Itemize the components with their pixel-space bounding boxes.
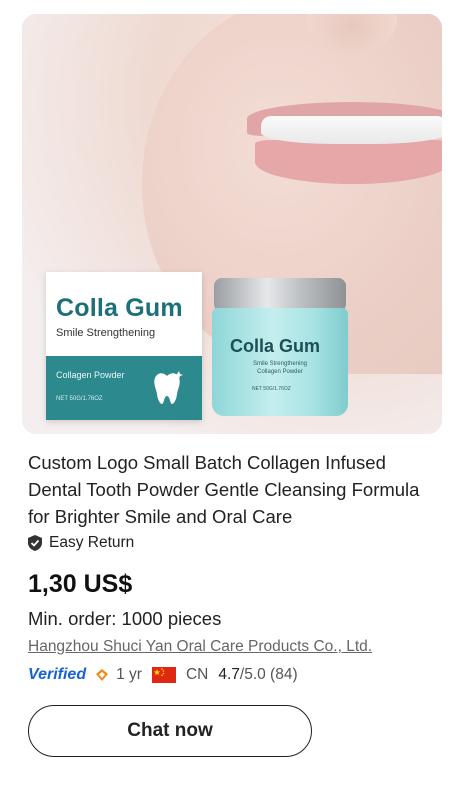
diamond-icon	[96, 669, 109, 681]
supplier-link[interactable]: Hangzhou Shuci Yan Oral Care Products Co…	[28, 638, 372, 656]
supplier-years: 1 yr	[116, 666, 142, 683]
product-title[interactable]: Custom Logo Small Batch Collagen Infused…	[28, 449, 438, 530]
china-flag-icon	[151, 667, 176, 683]
chat-now-button[interactable]: Chat now	[28, 705, 312, 757]
box-subtitle: Smile Strengthening	[56, 327, 156, 339]
smile-illustration	[247, 102, 442, 192]
jar-net: NET 50G/1.76OZ	[252, 386, 291, 392]
shield-check-icon	[28, 535, 42, 551]
box-net: NET 50G/1.76OZ	[56, 396, 103, 402]
rating-score: 4.7	[218, 666, 240, 683]
teeth-shape	[261, 116, 442, 144]
easy-return-badge: Easy Return	[28, 533, 134, 553]
rating-count: /5.0 (84)	[239, 666, 298, 683]
tooth-icon	[154, 371, 183, 404]
verified-badge[interactable]: Verified	[28, 666, 86, 684]
supplier-country: CN	[185, 666, 209, 683]
jar-brand: Colla Gum	[230, 336, 321, 356]
easy-return-label: Easy Return	[49, 534, 135, 551]
jar-subtitle: Smile Strengthening Collagen Powder	[252, 361, 308, 375]
box-brand: Colla Gum	[56, 294, 183, 322]
supplier-meta: Verified 1 yr CN 4.7 /5.0 (84)	[28, 664, 298, 686]
product-box: Colla Gum Smile Strengthening Collagen P…	[46, 272, 202, 420]
product-jar: Colla Gum Smile Strengthening Collagen P…	[212, 278, 348, 418]
min-order: Min. order: 1000 pieces	[28, 608, 222, 629]
product-price: 1,30 US$	[28, 570, 133, 598]
product-image[interactable]: Colla Gum Smile Strengthening Collagen P…	[22, 14, 442, 434]
jar-lid	[214, 278, 346, 312]
box-band: Collagen Powder NET 50G/1.76OZ	[46, 356, 202, 420]
product-card[interactable]: Colla Gum Smile Strengthening Collagen P…	[0, 0, 456, 785]
box-variant: Collagen Powder	[56, 370, 125, 380]
